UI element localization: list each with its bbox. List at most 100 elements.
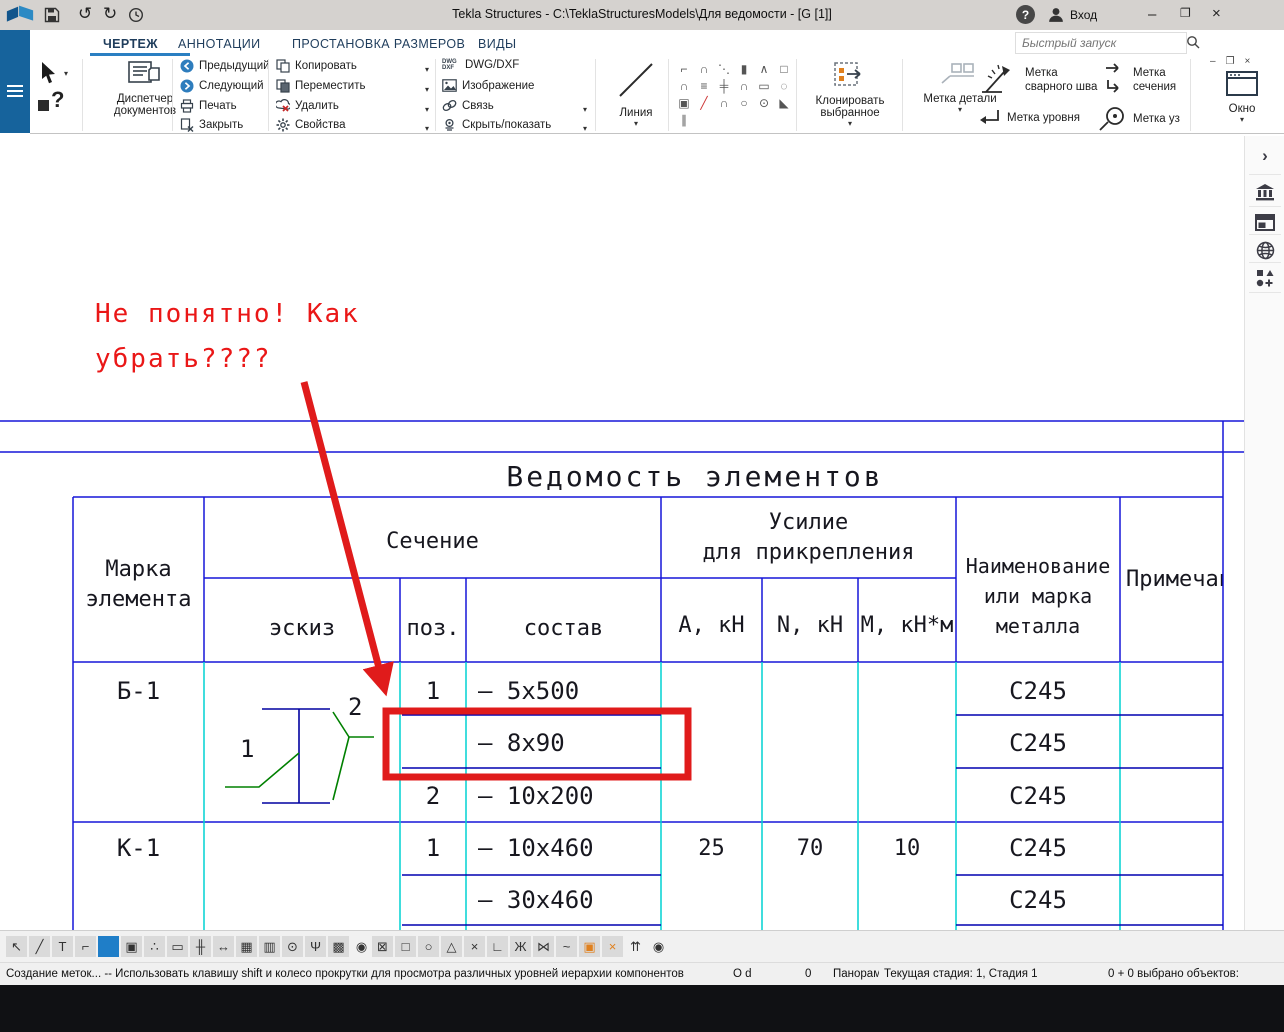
draw-region-icon[interactable]: ▣ xyxy=(674,94,694,111)
pins-icon[interactable]: ⇈ xyxy=(625,936,646,957)
select-wave-icon[interactable]: ~ xyxy=(556,936,577,957)
properties-button[interactable]: Свойства xyxy=(276,118,346,132)
visibility-icon[interactable]: ◉ xyxy=(351,936,372,957)
node-mark-button[interactable]: Метка уз xyxy=(1098,106,1180,132)
color-swatch-icon[interactable] xyxy=(98,936,119,957)
select-cross-icon[interactable]: × xyxy=(464,936,485,957)
image-button[interactable]: Изображение xyxy=(442,79,534,92)
help-square-icon[interactable] xyxy=(38,100,49,111)
window-menu-button[interactable]: Окно ▾ xyxy=(1216,68,1268,124)
weld-mark-icon[interactable]: ⌐ xyxy=(75,936,96,957)
line-tool-button[interactable]: Линия ▾ xyxy=(605,58,667,128)
draw-bolt-icon[interactable]: ▮ xyxy=(734,60,754,77)
copy-caret-icon[interactable]: ▾ xyxy=(425,65,429,74)
draw-angle-icon[interactable]: ∧ xyxy=(754,60,774,77)
tab-views[interactable]: ВИДЫ xyxy=(478,37,516,51)
move-caret-icon[interactable]: ▾ xyxy=(425,85,429,94)
component-select-icon[interactable]: × xyxy=(602,936,623,957)
draw-symbol-icon[interactable]: ╪ xyxy=(714,77,734,94)
user-icon[interactable] xyxy=(1048,7,1064,23)
dimension-icon[interactable]: ╫ xyxy=(190,936,211,957)
draw-rectangle-icon[interactable]: □ xyxy=(774,60,794,77)
tekla-warehouse-icon[interactable] xyxy=(1245,178,1284,206)
delete-caret-icon[interactable]: ▾ xyxy=(425,105,429,114)
status-pan[interactable]: Панорама xyxy=(833,968,879,980)
close-drawing-button[interactable]: Закрыть xyxy=(180,118,243,132)
clone-selected-button[interactable]: Клонировать выбранное ▾ xyxy=(802,60,898,128)
pattern-icon[interactable]: ▩ xyxy=(328,936,349,957)
draw-rounded-icon[interactable]: ▭ xyxy=(754,77,774,94)
select-circle-icon[interactable]: ○ xyxy=(418,936,439,957)
line-icon[interactable]: ╱ xyxy=(29,936,50,957)
drawing-canvas[interactable]: Не понятно! Как убрать???? Ведомость эле… xyxy=(0,136,1244,930)
zoom-point-icon[interactable]: ⊙ xyxy=(282,936,303,957)
visibility-icon[interactable]: ◉ xyxy=(648,936,669,957)
pointer-caret-icon[interactable]: ▾ xyxy=(64,69,68,78)
move-button[interactable]: Переместить xyxy=(276,79,365,93)
grid-icon[interactable]: ▦ xyxy=(236,936,257,957)
copy-button[interactable]: Копировать xyxy=(276,59,357,73)
level-mark-button[interactable]: Метка уровня xyxy=(978,108,1080,128)
components-icon[interactable] xyxy=(1245,264,1284,292)
pointer-icon[interactable]: ↖ xyxy=(6,936,27,957)
draw-parallel-icon[interactable]: ∥ xyxy=(674,111,694,128)
menu-icon[interactable] xyxy=(7,85,23,97)
tab-dimensions[interactable]: ПРОСТАНОВКА РАЗМЕРОВ xyxy=(292,37,465,51)
properties-caret-icon[interactable]: ▾ xyxy=(425,124,429,133)
grid-secondary-icon[interactable]: ▥ xyxy=(259,936,280,957)
weld-mark-button[interactable]: Метка сварного шва xyxy=(978,62,1097,98)
doc-restore-icon[interactable]: ❐ xyxy=(1226,56,1245,67)
fit-area-icon[interactable]: ▣ xyxy=(121,936,142,957)
print-button[interactable]: Печать xyxy=(180,99,237,113)
close-button[interactable]: × xyxy=(1212,5,1221,22)
help-icon[interactable]: ? xyxy=(1016,5,1035,24)
window-area-icon[interactable]: ▭ xyxy=(167,936,188,957)
draw-arc2-icon[interactable]: ∩ xyxy=(734,77,754,94)
restore-button[interactable]: ❐ xyxy=(1180,6,1191,20)
link-caret-icon[interactable]: ▾ xyxy=(583,105,587,114)
text-icon[interactable]: T xyxy=(52,936,73,957)
context-help-icon[interactable]: ? xyxy=(51,87,64,113)
link-button[interactable]: Связь xyxy=(442,99,494,112)
select-pointer-icon[interactable] xyxy=(38,61,60,85)
draw-arc-icon[interactable]: ∩ xyxy=(694,60,714,77)
tab-annotations[interactable]: АННОТАЦИИ xyxy=(178,37,261,51)
draw-arc3-icon[interactable]: ∩ xyxy=(674,77,694,94)
draw-ellipse-icon[interactable]: ○ xyxy=(734,94,754,111)
select-triangle-icon[interactable]: △ xyxy=(441,936,462,957)
layout-panel-icon[interactable] xyxy=(1245,208,1284,236)
draw-polyline-icon[interactable]: ⌐ xyxy=(674,60,694,77)
draw-curve-icon[interactable]: ∩ xyxy=(714,94,734,111)
draw-slash-icon[interactable]: ╱ xyxy=(694,94,714,111)
quick-launch-input[interactable] xyxy=(1015,32,1187,54)
spray-icon[interactable]: ∴ xyxy=(144,936,165,957)
draw-points-icon[interactable]: ⋱ xyxy=(714,60,734,77)
show-hide-caret-icon[interactable]: ▾ xyxy=(583,124,587,133)
panel-expand-icon[interactable]: › xyxy=(1245,142,1284,170)
previous-drawing-button[interactable]: Предыдущий xyxy=(180,59,270,73)
select-bowtie-icon[interactable]: ⋈ xyxy=(533,936,554,957)
section-mark-button[interactable]: Метка сечения xyxy=(1102,62,1176,98)
draw-hatch-icon[interactable]: ≡ xyxy=(694,77,714,94)
select-corner-icon[interactable]: ∟ xyxy=(487,936,508,957)
select-area-icon[interactable]: □ xyxy=(395,936,416,957)
next-drawing-button[interactable]: Следующий xyxy=(180,79,264,93)
search-icon[interactable] xyxy=(1186,35,1200,49)
plug-icon[interactable]: Ψ xyxy=(305,936,326,957)
minimize-button[interactable]: – xyxy=(1148,6,1156,23)
draw-circle-dot-icon[interactable]: ⊙ xyxy=(754,94,774,111)
globe-icon[interactable] xyxy=(1245,236,1284,264)
tab-drawing[interactable]: ЧЕРТЕЖ xyxy=(103,37,158,51)
dwg-dxf-button[interactable]: DWG DXF DWG/DXF xyxy=(442,59,519,71)
show-hide-button[interactable]: Скрыть/показать xyxy=(442,118,551,131)
component-icon[interactable]: ▣ xyxy=(579,936,600,957)
doc-minimize-icon[interactable]: – xyxy=(1210,56,1226,67)
doc-close-icon[interactable]: × xyxy=(1245,56,1261,67)
delete-button[interactable]: Удалить xyxy=(276,99,339,113)
select-all-icon[interactable]: ⊠ xyxy=(372,936,393,957)
draw-corner-icon[interactable]: ◣ xyxy=(774,94,794,111)
stretch-icon[interactable]: ↔ xyxy=(213,936,234,957)
draw-circle-icon[interactable]: ◌ xyxy=(774,77,794,94)
select-axis-icon[interactable]: Ж xyxy=(510,936,531,957)
sign-in-button[interactable]: Вход xyxy=(1070,8,1097,22)
